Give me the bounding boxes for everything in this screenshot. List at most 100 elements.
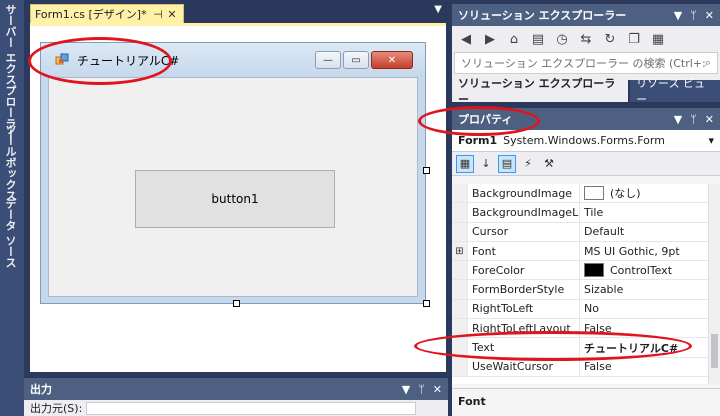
property-description: Font [452, 388, 720, 416]
window-close-button[interactable]: ✕ [371, 51, 413, 69]
form-title-bar[interactable]: チュートリアルC# — ▭ ✕ [41, 43, 425, 77]
close-icon[interactable]: ✕ [705, 9, 714, 22]
property-grid-scrollbar[interactable] [708, 184, 720, 384]
back-icon[interactable]: ◀ [458, 32, 474, 47]
button1[interactable]: button1 [135, 170, 335, 228]
refresh-icon[interactable]: ↻ [602, 32, 618, 47]
solution-explorer-panel: ソリューション エクスプローラー ▼ ᛘ ✕ ◀ ▶ ⌂ ▤ ◷ ⇆ ↻ ❐ ▦… [452, 4, 720, 106]
property-row-gutter [452, 338, 468, 357]
property-row[interactable]: UseWaitCursor False [452, 357, 720, 377]
chevron-down-icon[interactable]: ▾ [708, 134, 714, 147]
collapse-all-icon[interactable]: ❐ [626, 32, 642, 47]
property-value[interactable]: Sizable [580, 280, 720, 298]
property-pages-icon[interactable]: ⚒ [540, 155, 558, 173]
designer-document-tab[interactable]: Form1.cs [デザイン]* ⊣ ✕ [30, 4, 184, 24]
forward-icon[interactable]: ▶ [482, 32, 498, 47]
pin-icon[interactable]: ⊣ [151, 8, 165, 21]
property-row-gutter [452, 261, 468, 280]
property-value[interactable]: Default [580, 223, 720, 241]
property-object-name: Form1 [458, 134, 498, 147]
property-row[interactable]: RightToLeft No [452, 299, 720, 320]
form-client-area[interactable]: button1 [48, 77, 418, 297]
switch-view-icon[interactable]: ▤ [530, 32, 546, 47]
property-row-gutter [452, 357, 468, 376]
form-title: チュートリアルC# [77, 54, 180, 68]
property-row-gutter [452, 222, 468, 241]
home-icon[interactable]: ⌂ [506, 32, 522, 47]
property-value[interactable]: False [580, 319, 720, 337]
property-value[interactable]: ControlText [580, 261, 720, 279]
property-value-text: Sizable [584, 283, 624, 297]
property-value-text: チュートリアルC# [584, 341, 679, 355]
chevron-down-icon[interactable]: ▼ [674, 9, 682, 22]
close-icon: ✕ [387, 54, 397, 66]
tab-resource-view[interactable]: リソース ビュー [630, 77, 720, 106]
property-row[interactable]: Text チュートリアルC# [452, 338, 720, 358]
property-value[interactable]: No [580, 300, 720, 318]
resize-handle-corner[interactable] [423, 300, 430, 307]
property-value[interactable]: MS UI Gothic, 9pt [580, 242, 720, 260]
output-source-select[interactable] [86, 401, 417, 415]
property-row[interactable]: Cursor Default [452, 222, 720, 242]
maximize-button[interactable]: ▭ [343, 51, 369, 69]
history-icon[interactable]: ◷ [554, 32, 570, 47]
property-value[interactable]: False [580, 358, 720, 376]
show-all-files-icon[interactable]: ▦ [650, 32, 666, 47]
form-app-icon [55, 53, 69, 65]
events-icon[interactable]: ⚡ [519, 155, 537, 173]
chevron-down-icon[interactable]: ▼ [674, 113, 682, 126]
data-sources-tab[interactable]: データ ソース [2, 198, 18, 268]
property-row-gutter [452, 280, 468, 299]
form-designer-surface[interactable]: チュートリアルC# — ▭ ✕ button1 [30, 26, 446, 372]
expand-icon[interactable]: ⊞ [452, 241, 468, 261]
property-row[interactable]: ⊞ Font MS UI Gothic, 9pt [452, 241, 720, 262]
close-icon[interactable]: ✕ [705, 113, 714, 126]
property-row-gutter [452, 299, 468, 319]
sync-icon[interactable]: ⇆ [578, 32, 594, 47]
property-row[interactable]: BackgroundImage (なし) [452, 184, 720, 204]
minimize-button[interactable]: — [315, 51, 341, 69]
color-swatch [584, 263, 604, 278]
document-tab-label: Form1.cs [デザイン]* [35, 8, 147, 21]
resize-handle-bottom[interactable] [233, 300, 240, 307]
property-name: RightToLeftLayout [468, 319, 580, 338]
property-name: FormBorderStyle [468, 280, 580, 299]
property-name: Text [468, 338, 580, 357]
property-value-text: (なし) [610, 187, 641, 201]
pin-icon[interactable]: ᛘ [418, 383, 425, 396]
solution-explorer-toolbar: ◀ ▶ ⌂ ▤ ◷ ⇆ ↻ ❐ ▦ [452, 26, 720, 52]
property-row[interactable]: RightToLeftLayout False [452, 319, 720, 339]
property-row-gutter [452, 184, 468, 203]
property-name: Cursor [468, 222, 580, 241]
form-window[interactable]: チュートリアルC# — ▭ ✕ button1 [40, 42, 426, 304]
property-value[interactable]: (なし) [580, 184, 720, 202]
property-value[interactable]: Tile [580, 203, 720, 221]
solution-explorer-search[interactable]: ソリューション エクスプローラー の検索 (Ctrl+:) ⌕ [454, 52, 718, 74]
property-row[interactable]: BackgroundImageLayout Tile [452, 203, 720, 223]
close-icon[interactable]: ✕ [433, 383, 442, 396]
property-row-gutter [452, 319, 468, 338]
chevron-down-icon[interactable]: ▼ [402, 383, 410, 396]
document-tab-bar: Form1.cs [デザイン]* ⊣ ✕ ▼ [24, 0, 448, 24]
property-row[interactable]: ForeColor ControlText [452, 261, 720, 281]
alphabetical-icon[interactable]: ↓ [477, 155, 495, 173]
scrollbar-thumb[interactable] [711, 334, 718, 368]
property-value[interactable]: チュートリアルC# [580, 338, 720, 356]
document-area: Form1.cs [デザイン]* ⊣ ✕ ▼ チュートリアルC# — ▭ ✕ b… [24, 0, 448, 376]
resize-handle-right[interactable] [423, 167, 430, 174]
chevron-down-icon[interactable]: ▼ [434, 4, 442, 15]
pin-icon[interactable]: ᛘ [690, 9, 697, 22]
property-name: BackgroundImageLayout [468, 203, 580, 222]
toolbox-tab[interactable]: ツールボックス [2, 124, 18, 201]
property-object-selector[interactable]: Form1 System.Windows.Forms.Form ▾ [452, 130, 720, 152]
categorized-icon[interactable]: ▦ [456, 154, 474, 173]
search-icon[interactable]: ⌕ [705, 56, 711, 70]
properties-panel: プロパティ ▼ ᛘ ✕ Form1 System.Windows.Forms.F… [452, 108, 720, 416]
pin-icon[interactable]: ᛘ [690, 113, 697, 126]
close-icon[interactable]: ✕ [165, 8, 179, 21]
tab-solution-explorer[interactable]: ソリューション エクスプローラー [452, 77, 629, 106]
property-row[interactable]: FormBorderStyle Sizable [452, 280, 720, 300]
properties-icon[interactable]: ▤ [498, 154, 516, 173]
search-input[interactable]: ソリューション エクスプローラー の検索 (Ctrl+:) [461, 55, 705, 71]
server-explorer-tab[interactable]: サーバー エクスプローラー [2, 4, 18, 140]
